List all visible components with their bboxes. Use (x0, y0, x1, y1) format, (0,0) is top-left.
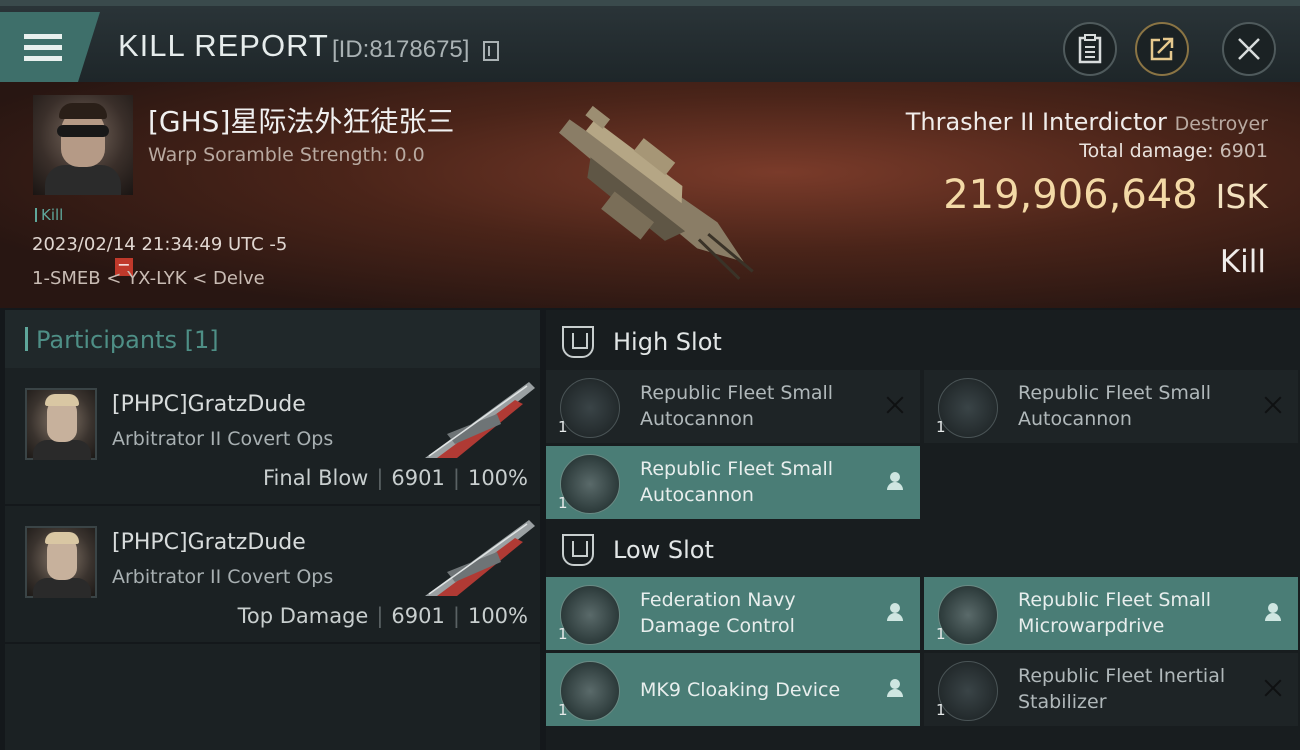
menu-icon (24, 28, 62, 67)
destroyed-icon (884, 394, 906, 416)
participants-panel: Participants [1] [PHPC]GratzDude Arbitra… (5, 310, 540, 750)
module-quantity: 1 (936, 418, 946, 436)
module-quantity: 1 (558, 625, 568, 643)
participant-name: [PHPC]GratzDude (112, 530, 306, 555)
participant-percent: 100% (467, 604, 528, 628)
destroyed-icon (1262, 394, 1284, 416)
participant-stats: Final Blow | 6901 | 100% (263, 466, 528, 490)
module-name: Republic Fleet Small Microwarpdrive (1018, 589, 1212, 637)
header-bar: KILL REPORT [ID:8178675] (0, 0, 1300, 82)
autocannon-icon (938, 378, 998, 438)
module-item[interactable]: 1 Republic Fleet Small Autocannon (546, 370, 920, 443)
module-item[interactable]: 1 Republic Fleet Small Microwarpdrive (924, 577, 1298, 650)
participant-role: Final Blow (263, 466, 369, 490)
autocannon-icon (560, 454, 620, 514)
isk-unit: ISK (1215, 177, 1268, 216)
participant-damage: 6901 (391, 466, 445, 490)
high-slot-icon (562, 326, 594, 358)
participant-damage: 6901 (391, 604, 445, 628)
low-slot-header: Low Slot (546, 520, 1300, 580)
participant-portrait[interactable] (25, 388, 97, 460)
participant-portrait[interactable] (25, 526, 97, 598)
share-button[interactable] (1135, 22, 1189, 76)
participant-row[interactable]: [PHPC]GratzDude Arbitrator II Covert Ops… (5, 370, 540, 506)
damage-control-icon (560, 585, 620, 645)
module-name: Federation Navy Damage Control (640, 589, 796, 637)
victim-name[interactable]: [GHS]星际法外狂徒张三 (148, 100, 454, 140)
inertial-stabilizer-icon (938, 661, 998, 721)
participant-ship-image[interactable] (417, 512, 537, 602)
module-quantity: 1 (558, 701, 568, 719)
participant-ship-image[interactable] (417, 374, 537, 464)
module-item[interactable]: 1 Republic Fleet Small Autocannon (924, 370, 1298, 443)
fitting-panel: High Slot 1 Republic Fleet Small Autocan… (546, 310, 1300, 750)
kill-result: Kill (1219, 244, 1266, 280)
module-name: Republic Fleet Small Autocannon (640, 458, 834, 506)
warp-scramble-strength: Warp Soramble Strength: 0.0 (148, 144, 425, 166)
victim-ship-name[interactable]: Thrasher II Interdictor Destroyer (906, 108, 1268, 136)
share-icon (1150, 37, 1174, 61)
module-item[interactable]: 1 Republic Fleet Small Autocannon (546, 446, 920, 519)
module-name: Republic Fleet Small Autocannon (1018, 382, 1212, 430)
high-slot-label: High Slot (613, 328, 722, 356)
high-slot-header: High Slot (546, 312, 1300, 372)
close-icon (1238, 38, 1260, 60)
report-id: [ID:8178675] (332, 36, 470, 63)
low-slot-icon (562, 534, 594, 566)
low-slot-label: Low Slot (613, 536, 714, 564)
close-button[interactable] (1222, 22, 1276, 76)
dropped-person-icon (884, 677, 906, 699)
kill-location[interactable]: 1-SMEB < YX-LYK < Delve (32, 268, 265, 289)
menu-button[interactable] (0, 12, 100, 82)
participant-stats: Top Damage | 6901 | 100% (237, 604, 528, 628)
module-item[interactable]: 1 Federation Navy Damage Control (546, 577, 920, 650)
total-damage: Total damage: 6901 (1079, 140, 1268, 162)
victim-portrait[interactable] (33, 95, 133, 195)
module-quantity: 1 (936, 625, 946, 643)
participant-role: Top Damage (237, 604, 369, 628)
participant-percent: 100% (467, 466, 528, 490)
dropped-person-icon (884, 601, 906, 623)
copy-icon[interactable] (483, 41, 499, 61)
victim-hero: − [GHS]星际法外狂徒张三 Warp Soramble Strength: … (0, 82, 1300, 308)
total-damage-label: Total damage: (1079, 140, 1214, 162)
total-damage-value: 6901 (1219, 140, 1268, 162)
ship-class: Destroyer (1174, 113, 1268, 135)
participant-ship: Arbitrator II Covert Ops (112, 566, 334, 588)
module-name: Republic Fleet Inertial Stabilizer (1018, 665, 1226, 713)
kill-datetime: 2023/02/14 21:34:49 UTC -5 (32, 234, 288, 255)
isk-value: 219,906,648 ISK (943, 172, 1268, 218)
module-quantity: 1 (936, 701, 946, 719)
participant-ship: Arbitrator II Covert Ops (112, 428, 334, 450)
microwarpdrive-icon (938, 585, 998, 645)
victim-ship-image[interactable] (520, 90, 780, 305)
ship-type: Thrasher II Interdictor (905, 108, 1167, 136)
clipboard-icon (1078, 34, 1102, 64)
dropped-person-icon (1262, 601, 1284, 623)
clipboard-button[interactable] (1063, 22, 1117, 76)
autocannon-icon (560, 378, 620, 438)
destroyed-icon (1262, 677, 1284, 699)
cloaking-device-icon (560, 661, 620, 721)
kill-tag: Kill (35, 206, 63, 224)
participant-row[interactable]: [PHPC]GratzDude Arbitrator II Covert Ops… (5, 508, 540, 644)
module-quantity: 1 (558, 494, 568, 512)
module-item[interactable]: 1 Republic Fleet Inertial Stabilizer (924, 653, 1298, 726)
participants-title[interactable]: Participants [1] (5, 310, 540, 368)
dropped-person-icon (884, 470, 906, 492)
module-item[interactable]: 1 MK9 Cloaking Device (546, 653, 920, 726)
participant-name: [PHPC]GratzDude (112, 392, 306, 417)
module-name: Republic Fleet Small Autocannon (640, 382, 834, 430)
module-quantity: 1 (558, 418, 568, 436)
page-title: KILL REPORT (118, 28, 329, 63)
module-name: MK9 Cloaking Device (640, 679, 841, 701)
isk-amount: 219,906,648 (943, 172, 1198, 218)
